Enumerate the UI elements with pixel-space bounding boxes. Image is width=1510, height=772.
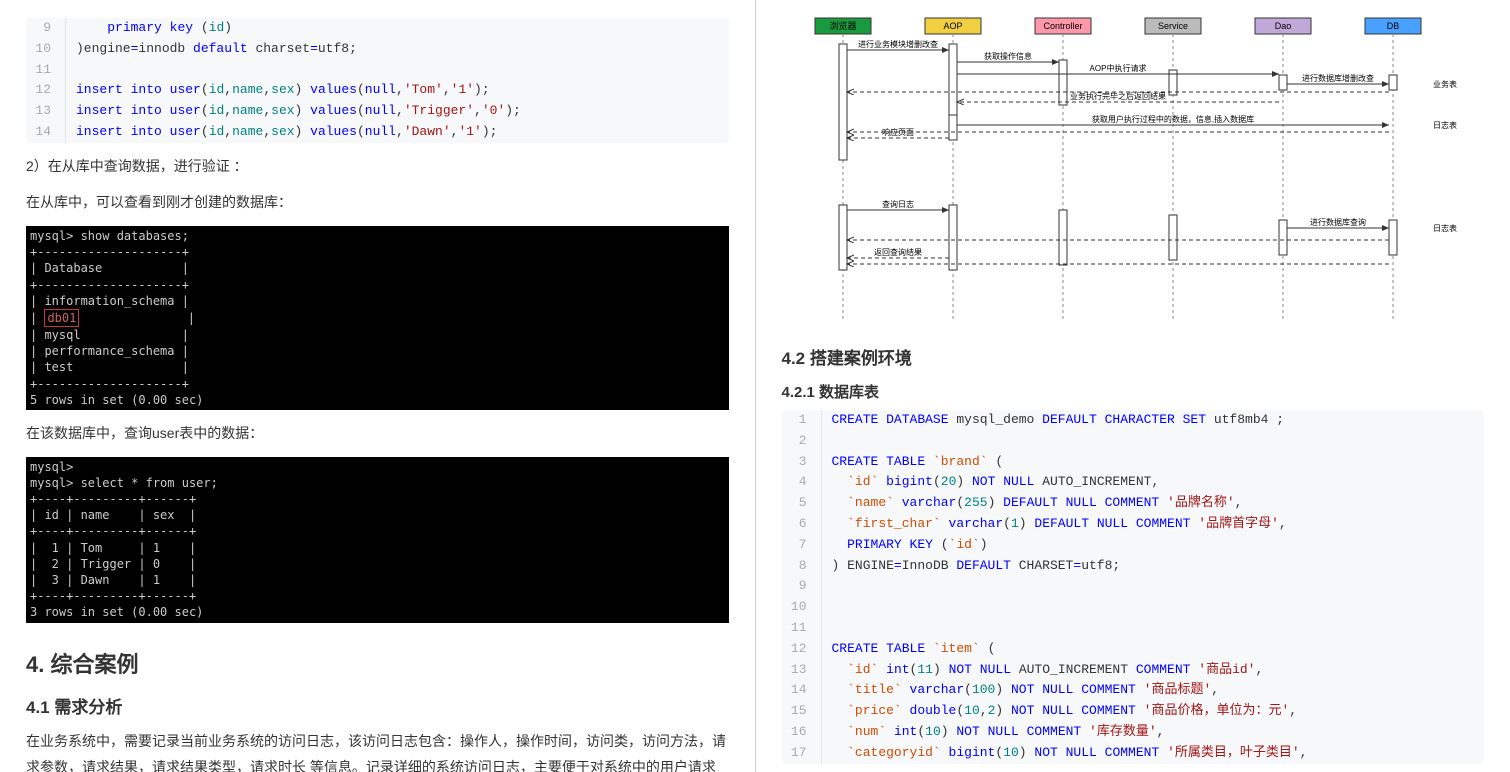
svg-text:AOP中执行请求: AOP中执行请求 [1089, 63, 1146, 73]
code-line: 14 `title` varchar(100) NOT NULL COMMENT… [782, 680, 1485, 701]
right-page: 浏览器 AOP Controller Service Dao DB 进行业务模块增删改查获… [756, 0, 1510, 772]
code-line: 8) ENGINE=InnoDB DEFAULT CHARSET=utf8; [782, 556, 1485, 577]
code-line: 11 [782, 618, 1485, 639]
para-verify: 2）在从库中查询数据，进行验证 ： [26, 153, 729, 180]
heading-4-2-1: 4.2.1 数据库表 [782, 381, 1485, 402]
heading-section-4: 4. 综合案例 [26, 647, 729, 679]
code-line: 10 [782, 597, 1485, 618]
svg-text:获取操作信息: 获取操作信息 [984, 51, 1032, 61]
code-line: 3CREATE TABLE `brand` ( [782, 452, 1485, 473]
code-line: 13insert into user(id,name,sex) values(n… [26, 101, 729, 122]
svg-text:进行业务模块增删改查: 进行业务模块增删改查 [858, 39, 938, 49]
code-line: 17 `categoryid` bigint(10) NOT NULL COMM… [782, 743, 1485, 764]
left-page: 9 primary key (id)10)engine=innodb defau… [0, 0, 756, 772]
heading-4-2: 4.2 搭建案例环境 [782, 344, 1485, 369]
svg-text:浏览器: 浏览器 [829, 20, 856, 31]
code-block-2: 1CREATE DATABASE mysql_demo DEFAULT CHAR… [782, 410, 1485, 764]
svg-text:获取用户执行过程中的数据，信息,插入数据库: 获取用户执行过程中的数据，信息,插入数据库 [1092, 114, 1254, 124]
code-line: 12insert into user(id,name,sex) values(n… [26, 80, 729, 101]
code-line: 16 `num` int(10) NOT NULL COMMENT '库存数量'… [782, 722, 1485, 743]
para-requirements: 在业务系统中，需要记录当前业务系统的访问日志，该访问日志包含：操作人，操作时间，… [26, 728, 729, 772]
svg-text:日志表: 日志表 [1433, 223, 1457, 233]
svg-text:查询日志: 查询日志 [882, 199, 914, 209]
svg-text:Controller: Controller [1043, 21, 1082, 31]
svg-text:Dao: Dao [1274, 21, 1291, 31]
code-line: 9 [782, 576, 1485, 597]
svg-text:日志表: 日志表 [1433, 120, 1457, 130]
code-line: 11 [26, 60, 729, 81]
svg-text:进行数据库查询: 进行数据库查询 [1310, 217, 1366, 227]
sequence-diagram: 浏览器 AOP Controller Service Dao DB 进行业务模块增删改查获… [793, 10, 1473, 330]
code-block-1: 9 primary key (id)10)engine=innodb defau… [26, 18, 729, 143]
svg-text:AOP: AOP [943, 21, 962, 31]
code-line: 2 [782, 431, 1485, 452]
para-query-user: 在该数据库中，查询user表中的数据： [26, 420, 729, 447]
code-line: 6 `first_char` varchar(1) DEFAULT NULL C… [782, 514, 1485, 535]
code-line: 9 primary key (id) [26, 18, 729, 39]
code-line: 1CREATE DATABASE mysql_demo DEFAULT CHAR… [782, 410, 1485, 431]
code-line: 12CREATE TABLE `item` ( [782, 639, 1485, 660]
code-line: 5 `name` varchar(255) DEFAULT NULL COMME… [782, 493, 1485, 514]
para-slave-db: 在从库中，可以查看到刚才创建的数据库： [26, 189, 729, 216]
terminal-show-databases: mysql> show databases; +----------------… [26, 226, 729, 410]
code-line: 13 `id` int(11) NOT NULL AUTO_INCREMENT … [782, 660, 1485, 681]
code-line: 7 PRIMARY KEY (`id`) [782, 535, 1485, 556]
svg-text:DB: DB [1386, 21, 1399, 31]
code-line: 15 `price` double(10,2) NOT NULL COMMENT… [782, 701, 1485, 722]
terminal-select-user: mysql> mysql> select * from user; +----+… [26, 457, 729, 623]
svg-text:Service: Service [1158, 21, 1188, 31]
heading-4-1: 4.1 需求分析 [26, 693, 729, 718]
svg-text:返回查询结果: 返回查询结果 [874, 247, 922, 257]
code-line: 14insert into user(id,name,sex) values(n… [26, 122, 729, 143]
code-line: 4 `id` bigint(20) NOT NULL AUTO_INCREMEN… [782, 472, 1485, 493]
code-line: 10)engine=innodb default charset=utf8; [26, 39, 729, 60]
svg-text:业务表: 业务表 [1433, 79, 1457, 89]
svg-text:进行数据库增删改查: 进行数据库增删改查 [1302, 73, 1374, 83]
